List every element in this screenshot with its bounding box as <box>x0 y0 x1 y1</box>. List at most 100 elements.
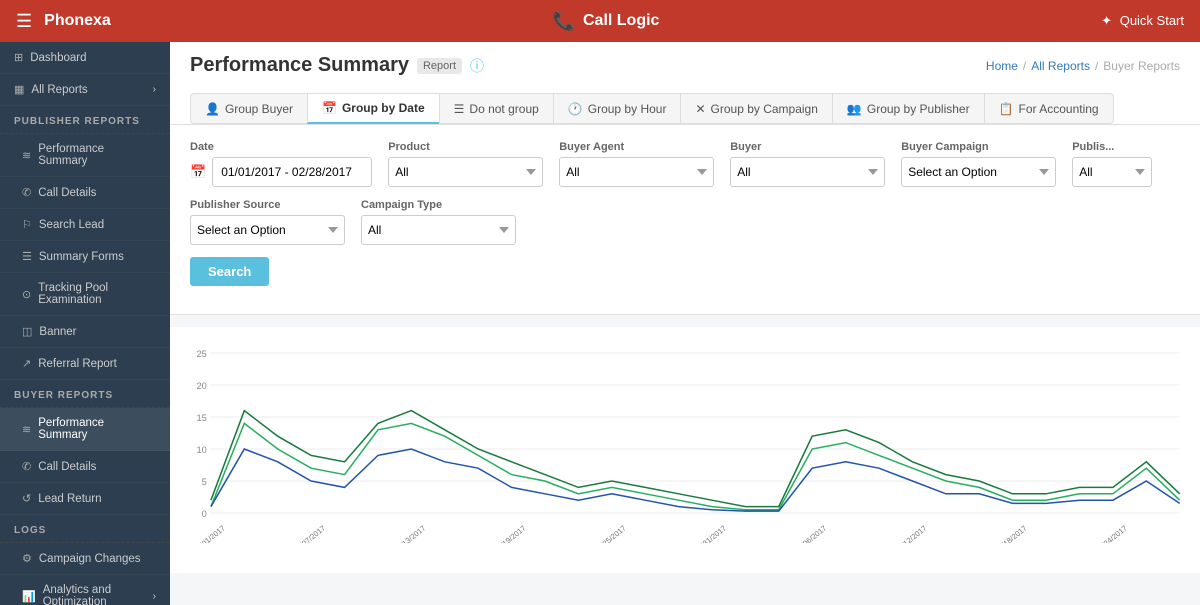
tab-icon-group-hour: 🕐 <box>568 102 583 116</box>
campaign-type-select[interactable]: All <box>361 215 516 245</box>
buyer-select[interactable]: All <box>730 157 885 187</box>
filter-buyer-label: Buyer <box>730 141 885 153</box>
product-select[interactable]: All <box>388 157 543 187</box>
svg-text:01/01/2017: 01/01/2017 <box>192 524 227 543</box>
sidebar-item-call-details-buy[interactable]: ✆Call Details <box>0 451 170 483</box>
app-title: Call Logic <box>583 12 659 30</box>
filter-row-2: Publisher Source Select an Option Campai… <box>190 199 1180 245</box>
sidebar-item-campaign-changes[interactable]: ⚙Campaign Changes <box>0 543 170 575</box>
sidebar-icon-call-details-buy: ✆ <box>22 460 31 473</box>
sidebar-label-tracking-pool: Tracking Pool Examination <box>38 282 156 306</box>
sidebar-item-referral-report[interactable]: ↗ Referral Report <box>0 348 170 380</box>
sidebar-icon-tracking-pool: ⊙ <box>22 288 31 301</box>
breadcrumb-sep2: / <box>1095 59 1098 73</box>
sidebar-icon-summary-forms: ☰ <box>22 250 32 263</box>
sidebar-icon-referral-report: ↗ <box>22 357 31 370</box>
buyer-agent-select[interactable]: All <box>559 157 714 187</box>
filter-buyer-campaign-group: Buyer Campaign Select an Option <box>901 141 1056 187</box>
tab-icon-group-date: 📅 <box>322 101 337 115</box>
sidebar-label-banner: Banner <box>39 326 76 338</box>
tab-for-accounting[interactable]: 📋For Accounting <box>984 93 1114 124</box>
sidebar-item-banner[interactable]: ◫ Banner <box>0 316 170 348</box>
sidebar-icon-banner: ◫ <box>22 325 32 338</box>
tab-label-group-date: Group by Date <box>342 101 425 115</box>
tab-do-not-group[interactable]: ☰Do not group <box>439 93 553 124</box>
sidebar-label-performance-summary-pub: Performance Summary <box>38 143 156 167</box>
sidebar-item-call-details-pub[interactable]: ✆Call Details <box>0 177 170 209</box>
svg-text:01/25/2017: 01/25/2017 <box>592 524 627 543</box>
sidebar-item-performance-summary-buy[interactable]: ≋Performance Summary <box>0 408 170 451</box>
sidebar-label-referral-report: Referral Report <box>38 358 117 370</box>
hamburger-icon[interactable]: ☰ <box>16 11 32 32</box>
tab-icon-do-not-group: ☰ <box>454 102 465 116</box>
help-icon[interactable]: ⓘ <box>470 56 484 76</box>
buyer-campaign-select[interactable]: Select an Option <box>901 157 1056 187</box>
page-title-left: Performance Summary Report ⓘ <box>190 54 484 77</box>
tab-label-group-campaign: Group by Campaign <box>711 102 818 116</box>
calendar-icon: 📅 <box>190 164 206 180</box>
tab-group-publisher[interactable]: 👥Group by Publisher <box>832 93 984 124</box>
report-badge: Report <box>417 58 462 74</box>
tab-label-group-publisher: Group by Publisher <box>867 102 970 116</box>
sidebar-icon-lead-return: ↺ <box>22 492 31 505</box>
sidebar-label-search-lead: Search Lead <box>39 219 104 231</box>
sidebar-item-dashboard[interactable]: ⊞Dashboard <box>0 42 170 74</box>
svg-text:01/07/2017: 01/07/2017 <box>292 524 327 543</box>
svg-text:02/24/2017: 02/24/2017 <box>1094 524 1129 543</box>
main-content: Performance Summary Report ⓘ Home / All … <box>170 42 1200 605</box>
publisher-source-select[interactable]: Select an Option <box>190 215 345 245</box>
arrow-icon: › <box>153 84 156 95</box>
svg-text:0: 0 <box>202 509 207 519</box>
top-navbar: ☰ Phonexa 📞 Call Logic ✦ Quick Start <box>0 0 1200 42</box>
sidebar-icon-campaign-changes: ⚙ <box>22 552 32 565</box>
sidebar-icon-analytics: 📊 <box>22 590 36 603</box>
date-input[interactable] <box>212 157 372 187</box>
sidebar-item-summary-forms[interactable]: ☰ Summary Forms <box>0 241 170 273</box>
sidebar: ⊞Dashboard▦All Reports›Publisher Reports… <box>0 42 170 605</box>
sidebar-label-lead-return: Lead Return <box>38 493 101 505</box>
tab-label-group-buyer: Group Buyer <box>225 102 293 116</box>
chart-svg: 252015105001/01/201701/07/201701/13/2017… <box>180 343 1190 543</box>
filter-date-label: Date <box>190 141 372 153</box>
sidebar-label-performance-summary-buy: Performance Summary <box>38 417 156 441</box>
tab-group-buyer[interactable]: 👤 Group Buyer <box>190 93 307 124</box>
filter-product-group: Product All <box>388 141 543 187</box>
page-title: Performance Summary <box>190 54 409 77</box>
breadcrumb-all-reports[interactable]: All Reports <box>1031 59 1090 73</box>
sidebar-item-buyer-reports[interactable]: Buyer Reports <box>0 380 170 408</box>
tab-group-date[interactable]: 📅 Group by Date <box>307 93 439 124</box>
tab-icon-for-accounting: 📋 <box>999 102 1014 116</box>
svg-text:02/06/2017: 02/06/2017 <box>793 524 828 543</box>
svg-text:10: 10 <box>196 445 206 455</box>
filter-publisher-label: Publis... <box>1072 141 1152 153</box>
sidebar-item-analytics[interactable]: 📊Analytics and Optimization› <box>0 575 170 605</box>
svg-text:20: 20 <box>196 381 206 391</box>
publisher-select[interactable]: All <box>1072 157 1152 187</box>
sidebar-item-logs[interactable]: Logs <box>0 515 170 543</box>
page-header: Performance Summary Report ⓘ Home / All … <box>170 42 1200 125</box>
tab-group-hour[interactable]: 🕐Group by Hour <box>553 93 681 124</box>
filter-buyer-agent-group: Buyer Agent All <box>559 141 714 187</box>
sidebar-item-search-lead[interactable]: ⚐ Search Lead <box>0 209 170 241</box>
sidebar-item-publisher-reports[interactable]: Publisher Reports <box>0 106 170 134</box>
tab-icon-group-buyer: 👤 <box>205 102 220 116</box>
page-title-row: Performance Summary Report ⓘ Home / All … <box>190 54 1180 77</box>
sidebar-item-tracking-pool[interactable]: ⊙ Tracking Pool Examination <box>0 273 170 316</box>
sidebar-label-dashboard: Dashboard <box>30 52 86 64</box>
svg-text:01/13/2017: 01/13/2017 <box>392 524 427 543</box>
breadcrumb-buyer-reports: Buyer Reports <box>1103 59 1180 73</box>
quick-start-btn[interactable]: ✦ Quick Start <box>1101 13 1184 29</box>
sidebar-label-summary-forms: Summary Forms <box>39 251 124 263</box>
sidebar-item-performance-summary-pub[interactable]: ≋Performance Summary <box>0 134 170 177</box>
svg-text:01/19/2017: 01/19/2017 <box>492 524 527 543</box>
tab-group-campaign[interactable]: ✕Group by Campaign <box>680 93 831 124</box>
sidebar-icon-search-lead: ⚐ <box>22 218 32 231</box>
filter-section: Date 📅 Product All Buyer Agent <box>170 125 1200 315</box>
search-button[interactable]: Search <box>190 257 269 286</box>
breadcrumb-home[interactable]: Home <box>986 59 1018 73</box>
svg-text:25: 25 <box>196 349 206 359</box>
svg-text:02/18/2017: 02/18/2017 <box>993 524 1028 543</box>
svg-text:15: 15 <box>196 413 206 423</box>
sidebar-item-lead-return[interactable]: ↺ Lead Return <box>0 483 170 515</box>
sidebar-item-all-reports[interactable]: ▦All Reports› <box>0 74 170 106</box>
